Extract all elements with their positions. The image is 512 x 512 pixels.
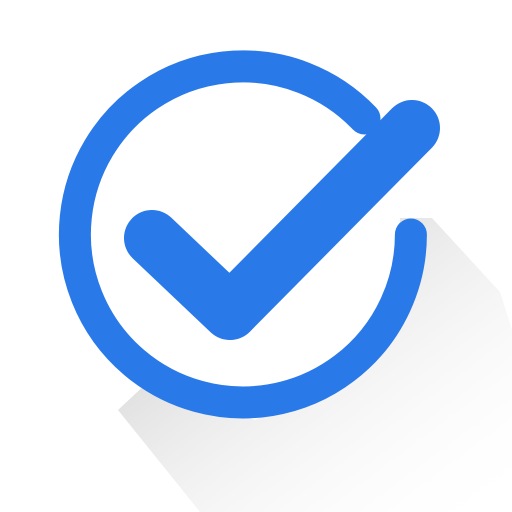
checkmark-stroke [124,100,440,340]
app-icon [0,0,512,512]
check-circle-icon [58,50,512,512]
